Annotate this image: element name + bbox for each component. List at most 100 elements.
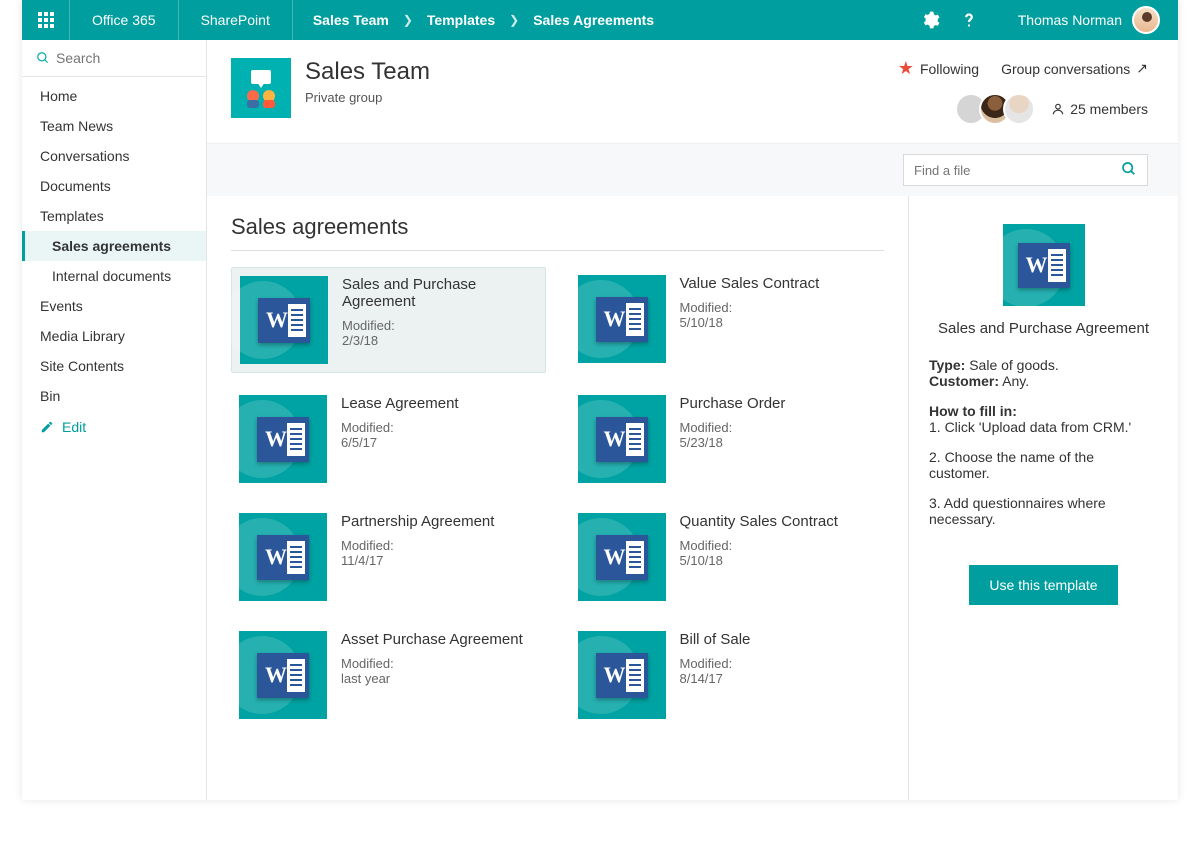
sidebar-item-team-news[interactable]: Team News <box>22 111 206 141</box>
modified-label: Modified: <box>341 538 494 553</box>
edit-label: Edit <box>62 419 86 435</box>
find-file-field[interactable] <box>914 163 1121 178</box>
sidebar-item-documents[interactable]: Documents <box>22 171 206 201</box>
word-doc-icon: W <box>239 513 327 601</box>
type-label: Type: <box>929 357 965 373</box>
breadcrumb: Sales Team ❯ Templates ❯ Sales Agreement… <box>293 12 654 28</box>
sidebar-item-sales-agreements[interactable]: Sales agreements <box>22 231 206 261</box>
top-bar: Office 365 SharePoint Sales Team ❯ Templ… <box>22 0 1178 40</box>
word-doc-icon: W <box>240 276 328 364</box>
modified-date: last year <box>341 671 523 686</box>
find-file-input[interactable] <box>903 154 1148 186</box>
word-doc-icon: W <box>1003 224 1085 306</box>
doc-name: Purchase Order <box>680 395 786 412</box>
chevron-right-icon: ❯ <box>509 13 519 27</box>
modified-date: 6/5/17 <box>341 435 459 450</box>
user-menu[interactable]: Thomas Norman <box>1018 6 1160 34</box>
avatar <box>1132 6 1160 34</box>
search-field[interactable] <box>56 50 192 66</box>
document-card[interactable]: W Asset Purchase Agreement Modified:last y… <box>231 623 546 727</box>
modified-date: 5/23/18 <box>680 435 786 450</box>
external-link-icon: ↗ <box>1136 60 1148 77</box>
document-card[interactable]: W Quantity Sales Contract Modified:5/10/18 <box>570 505 885 609</box>
word-doc-icon: W <box>578 395 666 483</box>
group-conv-label: Group conversations <box>1001 61 1130 77</box>
team-subtitle: Private group <box>305 90 430 105</box>
gear-icon[interactable] <box>920 10 940 30</box>
sidebar-item-internal-documents[interactable]: Internal documents <box>22 261 206 291</box>
use-template-button[interactable]: Use this template <box>969 565 1117 605</box>
doc-name: Partnership Agreement <box>341 513 494 530</box>
modified-date: 2/3/18 <box>342 333 537 348</box>
chevron-right-icon: ❯ <box>403 13 413 27</box>
breadcrumb-item[interactable]: Templates <box>427 12 495 28</box>
modified-date: 8/14/17 <box>680 671 751 686</box>
modified-label: Modified: <box>680 538 838 553</box>
modified-label: Modified: <box>341 656 523 671</box>
modified-label: Modified: <box>680 656 751 671</box>
word-doc-icon: W <box>578 513 666 601</box>
word-doc-icon: W <box>239 631 327 719</box>
member-count-label: 25 members <box>1070 101 1148 117</box>
sidebar-item-events[interactable]: Events <box>22 291 206 321</box>
word-doc-icon: W <box>578 631 666 719</box>
breadcrumb-item[interactable]: Sales Agreements <box>533 12 654 28</box>
howto-label: How to fill in: <box>929 403 1017 419</box>
edit-link[interactable]: Edit <box>22 411 206 443</box>
doc-name: Bill of Sale <box>680 631 751 648</box>
type-value: Sale of goods. <box>969 357 1059 373</box>
search-icon[interactable] <box>1121 161 1137 180</box>
document-card[interactable]: W Partnership Agreement Modified:11/4/17 <box>231 505 546 609</box>
following-label: Following <box>920 61 979 77</box>
sidebar-item-bin[interactable]: Bin <box>22 381 206 411</box>
sidebar-item-home[interactable]: Home <box>22 81 206 111</box>
sidebar-item-site-contents[interactable]: Site Contents <box>22 351 206 381</box>
star-icon: ★ <box>898 58 914 79</box>
breadcrumb-item[interactable]: Sales Team <box>313 12 389 28</box>
word-doc-icon: W <box>239 395 327 483</box>
modified-label: Modified: <box>680 300 820 315</box>
modified-date: 5/10/18 <box>680 553 838 568</box>
sidebar-item-templates[interactable]: Templates <box>22 201 206 231</box>
document-card[interactable]: W Value Sales Contract Modified:5/10/18 <box>570 267 885 373</box>
customer-label: Customer: <box>929 373 999 389</box>
detail-panel: W Sales and Purchase Agreement Type: Sal… <box>908 196 1178 800</box>
doc-name: Asset Purchase Agreement <box>341 631 523 648</box>
page-title: Sales Team <box>305 58 430 86</box>
modified-date: 11/4/17 <box>341 553 494 568</box>
modified-label: Modified: <box>680 420 786 435</box>
members-link[interactable]: 25 members <box>1051 101 1148 117</box>
doc-name: Lease Agreement <box>341 395 459 412</box>
user-name: Thomas Norman <box>1018 12 1122 28</box>
customer-value: Any. <box>1002 373 1029 389</box>
modified-date: 5/10/18 <box>680 315 820 330</box>
app-launcher-icon[interactable] <box>22 0 70 40</box>
following-button[interactable]: ★ Following <box>898 58 979 79</box>
doc-name: Quantity Sales Contract <box>680 513 838 530</box>
office365-link[interactable]: Office 365 <box>70 0 179 40</box>
avatar <box>1003 93 1035 125</box>
document-card[interactable]: W Purchase Order Modified:5/23/18 <box>570 387 885 491</box>
modified-label: Modified: <box>341 420 459 435</box>
doc-name: Sales and Purchase Agreement <box>342 276 537 310</box>
help-icon[interactable] <box>958 9 980 31</box>
howto-step: 2. Choose the name of the customer. <box>929 449 1158 481</box>
sidebar: HomeTeam NewsConversationsDocumentsTempl… <box>22 40 207 800</box>
word-doc-icon: W <box>578 275 666 363</box>
search-input[interactable] <box>22 40 206 77</box>
sidebar-item-conversations[interactable]: Conversations <box>22 141 206 171</box>
howto-step: 1. Click 'Upload data from CRM.' <box>929 419 1131 435</box>
team-logo <box>231 58 291 118</box>
team-header: Sales Team Private group ★ Following Gro… <box>207 40 1178 144</box>
list-heading: Sales agreements <box>231 214 884 251</box>
member-avatars[interactable] <box>955 93 1035 125</box>
howto-step: 3. Add questionnaires where necessary. <box>929 495 1158 527</box>
document-card[interactable]: W Bill of Sale Modified:8/14/17 <box>570 623 885 727</box>
detail-title: Sales and Purchase Agreement <box>938 320 1149 337</box>
sharepoint-link[interactable]: SharePoint <box>179 0 293 40</box>
document-card[interactable]: W Lease Agreement Modified:6/5/17 <box>231 387 546 491</box>
group-conversations-link[interactable]: Group conversations ↗ <box>1001 60 1148 77</box>
sidebar-item-media-library[interactable]: Media Library <box>22 321 206 351</box>
doc-name: Value Sales Contract <box>680 275 820 292</box>
document-card[interactable]: WSales and Purchase AgreementModified:2/… <box>231 267 546 373</box>
